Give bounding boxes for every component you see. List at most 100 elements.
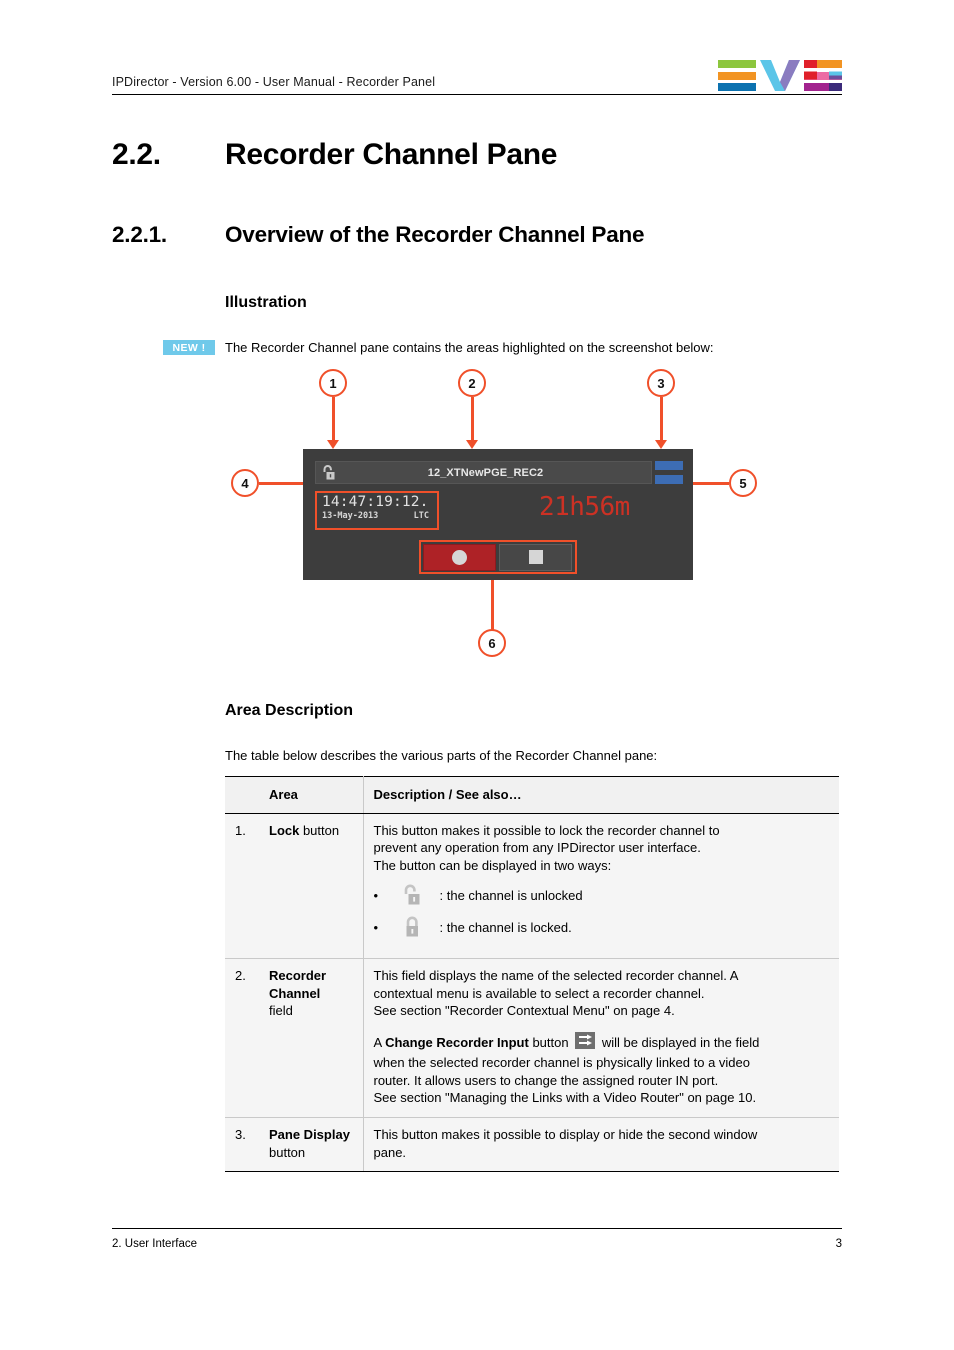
header-divider [112, 94, 842, 95]
row-description: This field displays the name of the sele… [363, 958, 839, 1119]
intro-line: NEW ! The Recorder Channel pane contains… [163, 340, 714, 355]
transport-controls-area [419, 540, 577, 574]
arrowhead-3 [655, 440, 667, 449]
document-title: IPDirector - Version 6.00 - User Manual … [112, 75, 436, 89]
footer-row: 2. User Interface 3 [112, 1229, 842, 1250]
change-recorder-input-glyph [575, 1031, 596, 1049]
recorder-channel-pane: 12_XTNewPGE_REC2 14:47:19:12. 13-May-201… [303, 449, 693, 580]
row-number: 1. [225, 813, 259, 960]
list-item-text: : the channel is unlocked [439, 887, 583, 903]
padlock-open-icon[interactable] [316, 461, 342, 484]
leader-1 [331, 397, 335, 441]
logo-letter-e [718, 60, 756, 91]
leader-2 [470, 397, 474, 441]
table-body: 1. Lock button This button makes it poss… [225, 813, 839, 1173]
new-badge: NEW ! [163, 340, 215, 355]
subsection-title: Overview of the Recorder Channel Pane [225, 222, 645, 247]
area-description-table: Area Description / See also… 1. Lock but… [225, 776, 839, 1173]
section-heading-2-2-1: 2.2.1. Overview of the Recorder Channel P… [112, 222, 645, 248]
recorder-channel-field[interactable]: 12_XTNewPGE_REC2 [315, 461, 652, 484]
desc-line: This field displays the name of the sele… [373, 968, 739, 984]
row-area-bold: Recorder Channel [269, 968, 327, 1001]
desc-line: See section "Managing the Links with a V… [373, 1090, 757, 1106]
table-header-area: Area [259, 776, 364, 814]
list-item: • : the channel is unlocked [374, 884, 830, 907]
pane-display-bar-top [655, 461, 683, 470]
row-area-bold: Lock [269, 822, 300, 838]
row-number: 3. [225, 1117, 259, 1173]
table-row: 1. Lock button This button makes it poss… [225, 813, 839, 960]
row-area-rest: field [269, 1003, 293, 1019]
para-post: will be displayed in the field [598, 1035, 760, 1051]
page-footer: 2. User Interface 3 [112, 1228, 842, 1250]
para-pre: A [373, 1035, 386, 1051]
row-area-bold: Pane Display [269, 1127, 350, 1143]
timecode-date: 13-May-2013 [322, 511, 379, 521]
intro-text: The Recorder Channel pane contains the a… [225, 340, 714, 355]
pane-display-button[interactable] [655, 461, 683, 484]
table-row: 2. Recorder Channel field This field dis… [225, 958, 839, 1119]
desc-line: This button makes it possible to display… [373, 1127, 758, 1143]
timecode-area: 14:47:19:12. 13-May-2013 LTC [315, 491, 439, 530]
leader-3 [659, 397, 663, 441]
desc-line: contextual menu is available to select a… [373, 985, 705, 1001]
table-intro-text: The table below describes the various pa… [225, 748, 658, 763]
para-bold: Change Recorder Input [385, 1035, 529, 1051]
section-heading-2-2: 2.2. Recorder Channel Pane [112, 138, 557, 172]
logo-v-shape [760, 60, 800, 91]
timecode-value: 14:47:19:12. [322, 494, 429, 510]
logo-s-accents [804, 60, 842, 91]
desc-line: prevent any operation from any IPDirecto… [373, 840, 701, 856]
table-header-row: Area Description / See also… [225, 776, 839, 814]
arrowhead-2 [466, 440, 478, 449]
footer-section: 2. User Interface [112, 1238, 198, 1250]
leader-6 [490, 580, 494, 631]
row-number: 2. [225, 958, 259, 1119]
table-header-description: Description / See also… [363, 776, 839, 814]
heading-area-description: Area Description [225, 702, 354, 719]
padlock-closed-glyph [406, 916, 418, 937]
row-description: This button makes it possible to lock th… [363, 813, 839, 960]
subsection-number: 2.2.1. [112, 222, 167, 247]
heading-illustration: Illustration [225, 294, 307, 311]
desc-line: router. It allows users to change the as… [373, 1072, 719, 1088]
lock-state-list: • : the channel is unlocked •: the chan… [374, 884, 830, 939]
row-area-label: Lock button [259, 813, 364, 960]
callout-3: 3 [647, 369, 675, 397]
callout-4: 4 [231, 469, 259, 497]
table-header-area-num [225, 776, 259, 814]
record-button[interactable] [423, 543, 496, 571]
logo-letter-v [760, 60, 800, 91]
list-item: • : the channel is locked. [374, 916, 830, 939]
record-icon [452, 549, 467, 565]
padlock-open-glyph [323, 464, 335, 479]
section-title: Recorder Channel Pane [225, 138, 558, 171]
row-area-rest: button [299, 822, 340, 838]
callout-5: 5 [729, 469, 757, 497]
para-mid: button [528, 1035, 573, 1051]
padlock-closed-icon [402, 916, 440, 939]
section-number: 2.2. [112, 138, 161, 171]
desc-line: pane. [373, 1144, 407, 1160]
desc-line: See section "Recorder Contextual Menu" o… [373, 1003, 675, 1019]
remaining-recording-time: 21h56m [539, 492, 630, 522]
row-area-label: Pane Display button [259, 1117, 364, 1173]
desc-line: This button makes it possible to lock th… [373, 822, 720, 838]
callout-1: 1 [319, 369, 347, 397]
timecode-meta: 13-May-2013 LTC [317, 510, 437, 521]
arrowhead-1 [327, 440, 339, 449]
callout-6: 6 [478, 629, 506, 657]
table-head: Area Description / See also… [225, 776, 839, 814]
stop-button[interactable] [499, 543, 572, 571]
row-area-label: Recorder Channel field [259, 958, 364, 1119]
table-row: 3. Pane Display button This button makes… [225, 1117, 839, 1173]
pane-display-bar-bottom [655, 475, 683, 484]
padlock-open-glyph [404, 884, 419, 905]
row-area-rest: button [269, 1144, 306, 1160]
change-recorder-input-icon [575, 1031, 596, 1054]
page-header: IPDirector - Version 6.00 - User Manual … [112, 55, 842, 95]
evs-logo [718, 60, 842, 93]
desc-line: when the selected recorder channel is ph… [373, 1055, 751, 1071]
list-item-text: : the channel is locked. [439, 919, 572, 935]
page-number: 3 [835, 1238, 842, 1250]
